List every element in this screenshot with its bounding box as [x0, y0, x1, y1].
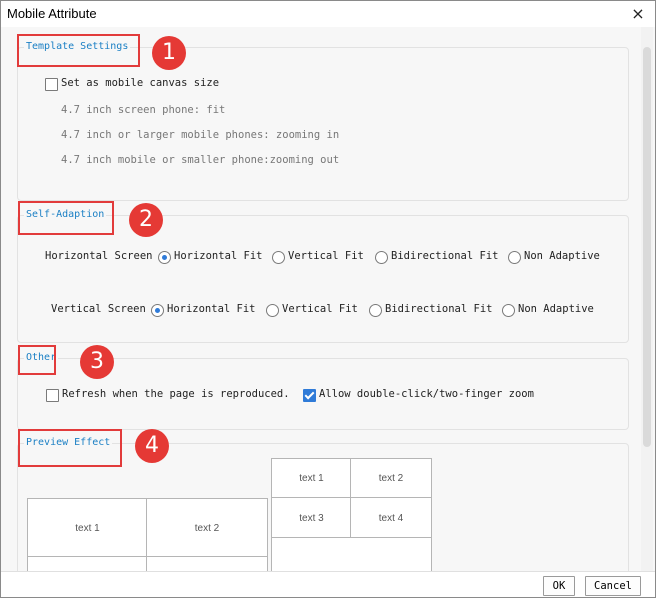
step-badge-3: 3: [80, 345, 114, 379]
radio-label: Vertical Fit: [288, 250, 364, 262]
dialog-footer: OK Cancel: [1, 571, 655, 597]
highlight-box-1: [17, 34, 140, 67]
vertical-screen-bidirectional-fit-radio[interactable]: [369, 304, 382, 317]
dialog-content: Template Settings 1 Set as mobile canvas…: [1, 27, 655, 571]
horizontal-screen-vertical-fit-radio[interactable]: [272, 251, 285, 264]
refresh-label: Refresh when the page is reproduced.: [62, 388, 290, 400]
mobile-canvas-label: Set as mobile canvas size: [61, 77, 220, 89]
template-note: 4.7 inch mobile or smaller phone:zooming…: [61, 154, 340, 166]
refresh-checkbox[interactable]: [46, 389, 59, 402]
vertical-screen-horizontal-fit-radio[interactable]: [151, 304, 164, 317]
zoom-checkbox[interactable]: [303, 389, 316, 402]
vertical-screen-non-adaptive-radio[interactable]: [502, 304, 515, 317]
horizontal-screen-horizontal-fit-radio[interactable]: [158, 251, 171, 264]
vertical-screen-label: Vertical Screen: [51, 303, 146, 315]
mobile-canvas-checkbox[interactable]: [45, 78, 58, 91]
radio-label: Non Adaptive: [518, 303, 594, 315]
template-settings-group: [17, 47, 629, 201]
template-note: 4.7 inch or larger mobile phones: zoomin…: [61, 129, 340, 141]
vertical-screen-vertical-fit-radio[interactable]: [266, 304, 279, 317]
preview-right-cell: text 1: [271, 458, 352, 499]
highlight-box-2: [18, 201, 114, 235]
preview-left-cell: text 1: [27, 498, 148, 558]
scrollbar-thumb[interactable]: [643, 47, 651, 447]
preview-left-cell-empty: [27, 556, 148, 571]
radio-label: Bidirectional Fit: [391, 250, 499, 262]
horizontal-screen-non-adaptive-radio[interactable]: [508, 251, 521, 264]
vertical-scrollbar[interactable]: [641, 27, 653, 571]
step-badge-4: 4: [135, 429, 169, 463]
preview-left-cell: text 2: [146, 498, 268, 558]
horizontal-screen-label: Horizontal Screen: [45, 250, 153, 262]
preview-right-cell: text 3: [271, 497, 352, 539]
mobile-attribute-dialog: Mobile Attribute × Template Settings 1 S…: [0, 0, 656, 598]
preview-left-cell-empty: [146, 556, 268, 571]
step-badge-1: 1: [152, 36, 186, 70]
close-icon[interactable]: ×: [627, 4, 649, 24]
radio-label: Vertical Fit: [282, 303, 358, 315]
title-bar: Mobile Attribute ×: [1, 1, 655, 27]
radio-label: Bidirectional Fit: [385, 303, 493, 315]
preview-right-cell-empty: [271, 537, 432, 571]
radio-label: Non Adaptive: [524, 250, 600, 262]
zoom-label: Allow double-click/two-finger zoom: [319, 388, 534, 400]
highlight-box-3: [18, 345, 56, 375]
radio-label: Horizontal Fit: [167, 303, 256, 315]
preview-right-cell: text 4: [350, 497, 432, 539]
template-note: 4.7 inch screen phone: fit: [61, 104, 226, 116]
step-badge-2: 2: [129, 203, 163, 237]
horizontal-screen-bidirectional-fit-radio[interactable]: [375, 251, 388, 264]
cancel-button[interactable]: Cancel: [585, 576, 641, 596]
ok-button[interactable]: OK: [543, 576, 575, 596]
radio-label: Horizontal Fit: [174, 250, 263, 262]
preview-right-cell: text 2: [350, 458, 432, 499]
dialog-title: Mobile Attribute: [7, 6, 97, 21]
highlight-box-4: [18, 429, 122, 467]
